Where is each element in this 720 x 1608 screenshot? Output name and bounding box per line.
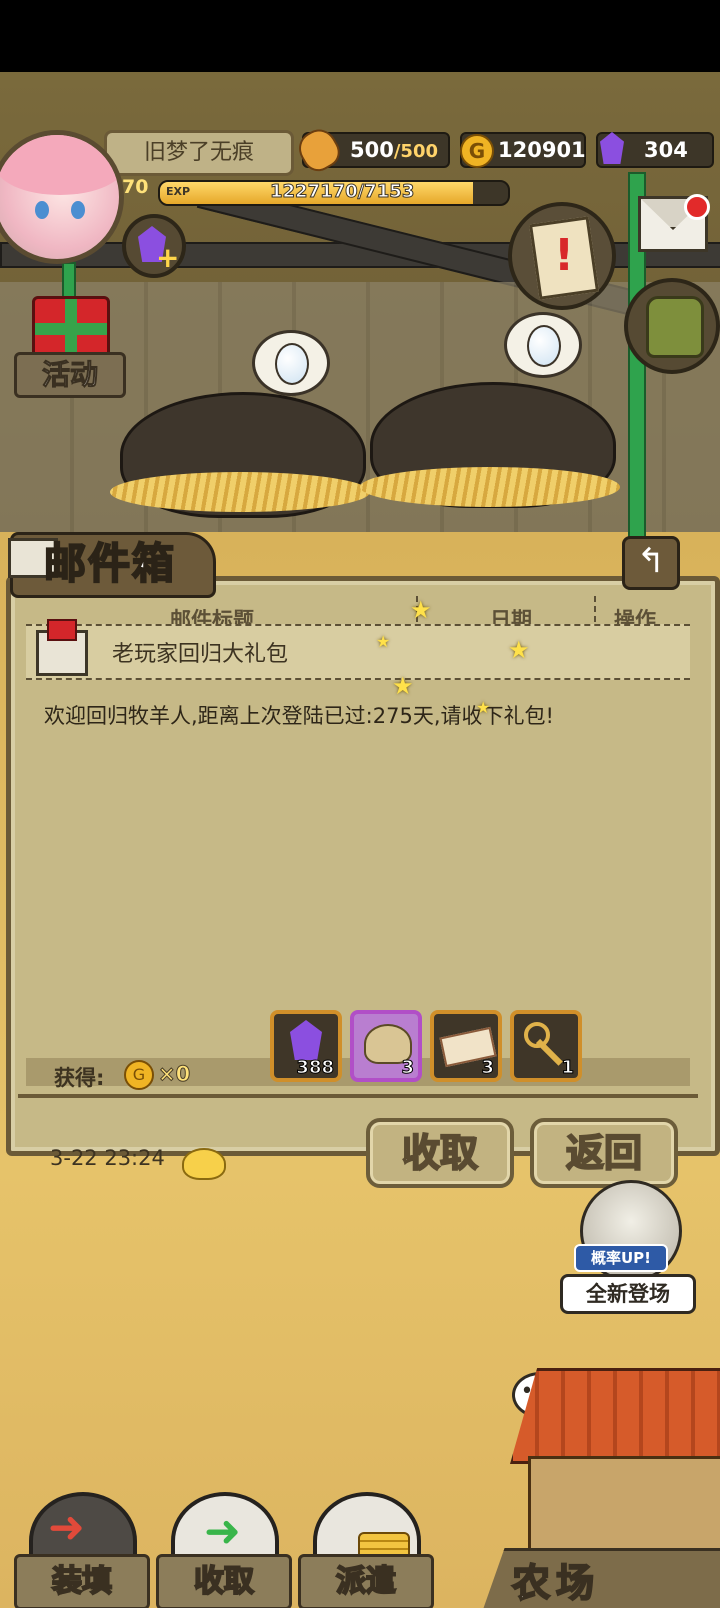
gem-amount: 304 (644, 138, 688, 162)
reward-item-ticket[interactable]: 3 (430, 1010, 502, 1082)
sparkle-icon: ★ (376, 632, 391, 651)
gold-coin-icon: G (124, 1060, 154, 1090)
avatar-hair (0, 135, 119, 195)
sparkle-icon: ★ (508, 636, 530, 664)
quest-scroll-button[interactable]: ! (508, 202, 616, 310)
collect-bottom-label: 收取 (156, 1554, 292, 1608)
add-gem-button[interactable]: + (122, 214, 186, 278)
mail-body-text: 欢迎回归牧羊人,距离上次登陆已过:275天,请收下礼包! (44, 704, 554, 728)
exclamation-icon: ! (554, 230, 575, 281)
avatar-eye-left (35, 201, 49, 219)
sparkle-icon: ★ (410, 596, 432, 624)
exp-value: 1227170/7153 (269, 181, 415, 203)
avatar-eye-right (71, 201, 85, 219)
mail-timestamp: 3-22 23:24 (50, 1146, 165, 1170)
activity-button[interactable]: 活动 (14, 282, 126, 398)
mail-notification-dot (684, 194, 710, 220)
rate-up-label: 概率UP! (574, 1244, 668, 1272)
chick (182, 1148, 226, 1180)
load-label: 装填 (14, 1554, 150, 1608)
level-badge: 70 (122, 176, 149, 198)
item-count: 3 (401, 1057, 414, 1079)
bread-max: /500 (393, 141, 438, 162)
exp-label: EXP (166, 185, 191, 198)
dispatch-button[interactable]: 派遣 (298, 1492, 434, 1608)
egg-bubble-left[interactable] (252, 330, 330, 396)
bread-current: 500 (350, 138, 394, 162)
gift-mail-icon (36, 619, 88, 676)
activity-label: 活动 (14, 352, 126, 398)
egg-icon (527, 325, 561, 367)
back-arrow-icon: ↰ (636, 541, 666, 581)
sparkle-icon: ★ (476, 698, 491, 717)
gold-coin-icon: G (460, 134, 494, 168)
mail-subject: 老玩家回归大礼包 (112, 642, 289, 667)
item-count: 1 (561, 1057, 574, 1079)
backpack-icon (646, 296, 704, 358)
barn-body (528, 1456, 720, 1562)
barn-roof (510, 1368, 720, 1464)
obtain-label: 获得: (54, 1066, 105, 1090)
plus-icon: + (156, 241, 180, 274)
return-button[interactable]: 返回 (530, 1118, 678, 1188)
bread-counter[interactable]: 500/500 (292, 123, 450, 177)
reward-item-food-basket[interactable]: 3 (350, 1010, 422, 1082)
mailbox-panel: 邮件箱 ↰ 邮件标题 日期 操作 老玩家回归大礼包 欢迎回归牧羊人,距离上次登陆… (6, 492, 720, 1188)
sparkle-icon: ★ (392, 672, 414, 700)
farm-label: 农场 (511, 1560, 601, 1606)
exp-bar: EXP 1227170/7153 (158, 180, 510, 206)
game-scene: 旧梦了无痕 500/500 G 120901 304 70 EXP 122717… (0, 72, 720, 1608)
purple-gem-icon (290, 1020, 322, 1060)
red-arrow-icon: ➜ (48, 1502, 85, 1553)
back-arrow-button[interactable]: ↰ (622, 536, 680, 590)
gem-counter[interactable]: 304 (596, 132, 714, 168)
collect-button[interactable]: 收取 (366, 1118, 514, 1188)
item-count: 388 (296, 1057, 335, 1079)
egg-bubble-right[interactable] (504, 312, 582, 378)
backpack-button[interactable] (624, 278, 720, 374)
gold-amount: 120901 (498, 138, 586, 162)
gem-icon (600, 132, 624, 164)
new-arrival-label: 全新登场 (560, 1274, 696, 1314)
mailbox-title: 邮件箱 (43, 538, 177, 589)
footer-divider (18, 1094, 698, 1098)
collect-bottom-button[interactable]: ➜ 收取 (156, 1492, 292, 1608)
promo-banner[interactable]: 概率UP! 全新登场 (560, 1180, 700, 1320)
dispatch-label: 派遣 (298, 1554, 434, 1608)
reward-item-key[interactable]: 1 (510, 1010, 582, 1082)
status-bar (0, 0, 720, 72)
player-name: 旧梦了无痕 (143, 140, 254, 165)
green-arrow-icon: ➜ (204, 1506, 241, 1557)
mail-row[interactable]: 老玩家回归大礼包 (26, 619, 690, 680)
gold-counter[interactable]: G 120901 (460, 132, 586, 168)
item-count: 3 (481, 1057, 494, 1079)
bread-icon (292, 123, 346, 177)
load-button[interactable]: ➜ 装填 (14, 1492, 150, 1608)
reward-item-purple-gem[interactable]: 388 (270, 1010, 342, 1082)
obtain-gold-count: ×0 (157, 1062, 191, 1087)
egg-icon (275, 343, 309, 385)
